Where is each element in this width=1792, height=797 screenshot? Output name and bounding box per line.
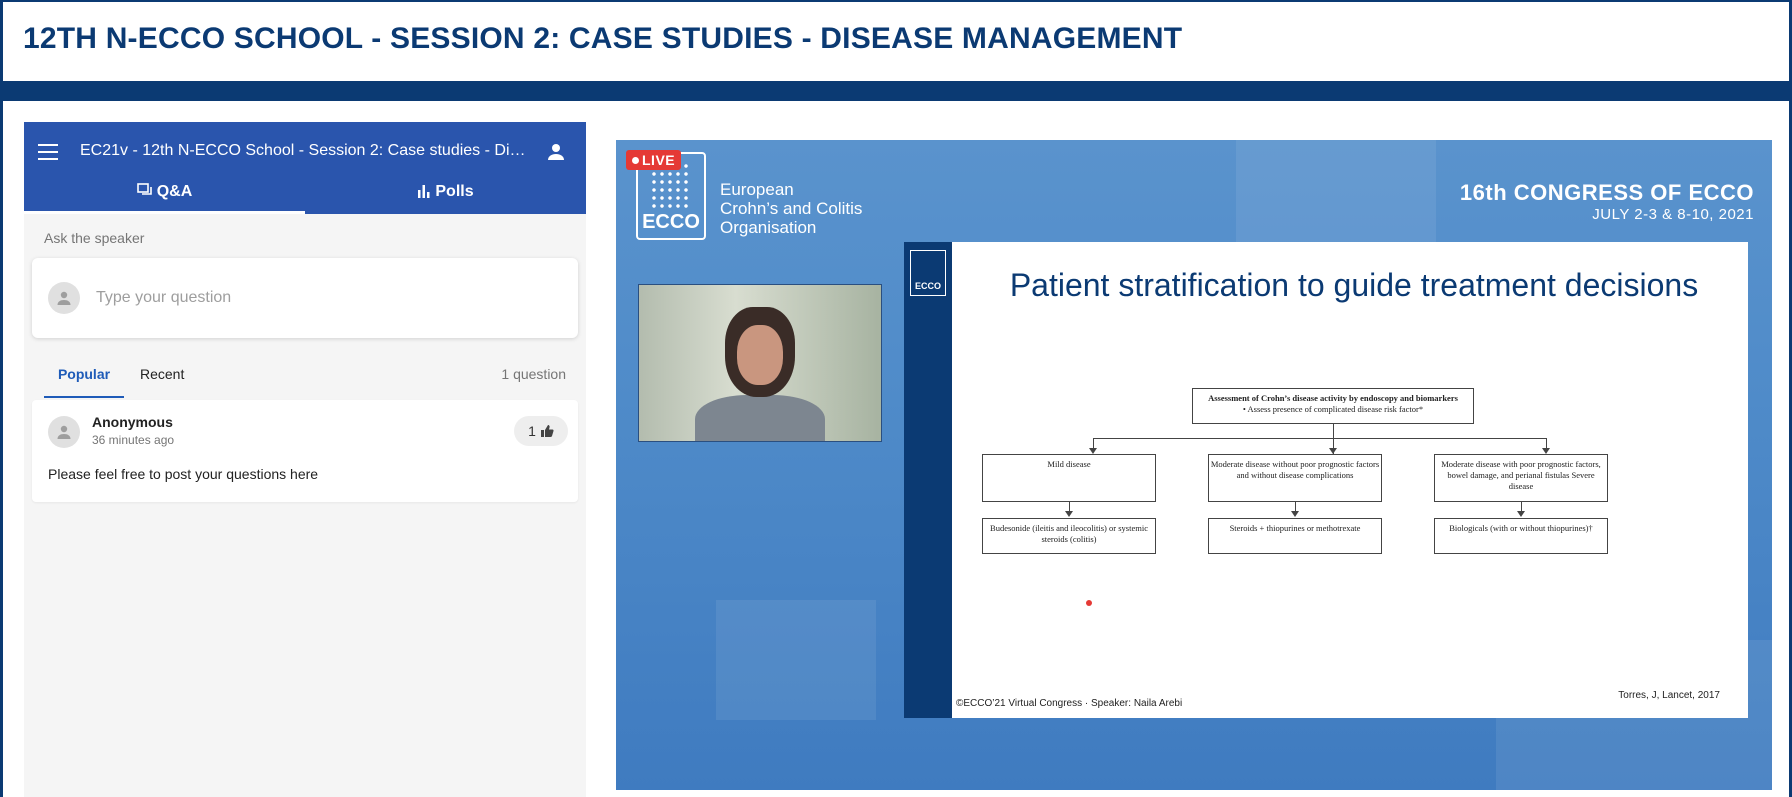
congress-title: 16th CONGRESS OF ECCO	[1459, 180, 1754, 205]
flow-top-box: Assessment of Crohn’s disease activity b…	[1192, 388, 1474, 424]
avatar	[48, 282, 80, 314]
speaker-camera	[638, 284, 882, 442]
slide-logo: ECCO	[910, 250, 946, 296]
question-card: Anonymous 36 minutes ago 1 Please feel f…	[32, 400, 578, 502]
tab-polls[interactable]: Polls	[305, 174, 586, 214]
header-band	[0, 81, 1792, 101]
flow-treatment-mild: Budesonide (ileitis and ileocolitis) or …	[982, 518, 1156, 554]
menu-icon[interactable]	[38, 144, 58, 160]
question-box[interactable]	[32, 258, 578, 338]
qa-panel: EC21v - 12th N-ECCO School - Session 2: …	[24, 122, 586, 797]
page-header: 12TH N-ECCO SCHOOL - SESSION 2: CASE STU…	[3, 0, 1789, 80]
ask-label: Ask the speaker	[44, 230, 145, 246]
live-badge: LIVE	[626, 150, 682, 170]
page-title: 12TH N-ECCO SCHOOL - SESSION 2: CASE STU…	[23, 22, 1183, 55]
live-label: LIVE	[642, 152, 676, 168]
qa-header: EC21v - 12th N-ECCO School - Session 2: …	[24, 122, 586, 214]
person-icon	[57, 291, 71, 305]
slide-sidebar: ECCO	[904, 242, 952, 718]
user-icon[interactable]	[546, 142, 566, 162]
sort-tab-recent[interactable]: Recent	[140, 366, 184, 398]
upvote-button[interactable]: 1	[514, 416, 568, 446]
bar-chart-icon	[418, 185, 430, 198]
sort-tab-popular[interactable]: Popular	[44, 366, 124, 398]
tab-qa[interactable]: Q&A	[24, 174, 305, 214]
question-count: 1 question	[501, 366, 566, 382]
thumbs-up-icon	[540, 425, 554, 437]
slide-citation: Torres, J, Lancet, 2017	[1618, 690, 1720, 701]
avatar	[48, 416, 80, 448]
ecco-logo-text: ECCO	[642, 211, 700, 233]
presentation-slide: ECCO Patient stratification to guide tre…	[904, 242, 1748, 718]
flow-box-severe: Moderate disease with poor prognostic fa…	[1434, 454, 1608, 502]
question-text: Please feel free to post your questions …	[48, 466, 319, 482]
slide-footer: ©ECCO’21 Virtual Congress · Speaker: Nai…	[956, 698, 1183, 709]
event-title: EC21v - 12th N-ECCO School - Session 2: …	[80, 142, 530, 159]
flow-box-mild: Mild disease	[982, 454, 1156, 502]
laser-pointer	[1086, 600, 1092, 606]
video-player[interactable]: ECCO LIVE European Crohn’s and Colitis O…	[616, 140, 1772, 790]
flow-box-moderate: Moderate disease without poor prognostic…	[1208, 454, 1382, 502]
ecco-org-name: European Crohn’s and Colitis Organisatio…	[720, 180, 863, 237]
tab-qa-label: Q&A	[156, 183, 193, 200]
person-icon	[57, 425, 71, 439]
chat-icon	[136, 183, 152, 195]
question-time: 36 minutes ago	[92, 433, 175, 447]
flow-treatment-moderate: Steroids + thiopurines or methotrexate	[1208, 518, 1382, 554]
congress-banner: 16th CONGRESS OF ECCO JULY 2-3 & 8-10, 2…	[1460, 180, 1754, 223]
vote-count: 1	[528, 423, 536, 439]
tab-polls-label: Polls	[435, 183, 474, 200]
question-author: Anonymous	[92, 414, 173, 430]
question-input[interactable]	[96, 284, 556, 312]
congress-dates: JULY 2-3 & 8-10, 2021	[1592, 206, 1754, 223]
live-dot-icon	[632, 157, 639, 164]
flow-treatment-severe: Biologicals (with or without thiopurines…	[1434, 518, 1608, 554]
slide-title: Patient stratification to guide treatmen…	[1009, 267, 1699, 303]
